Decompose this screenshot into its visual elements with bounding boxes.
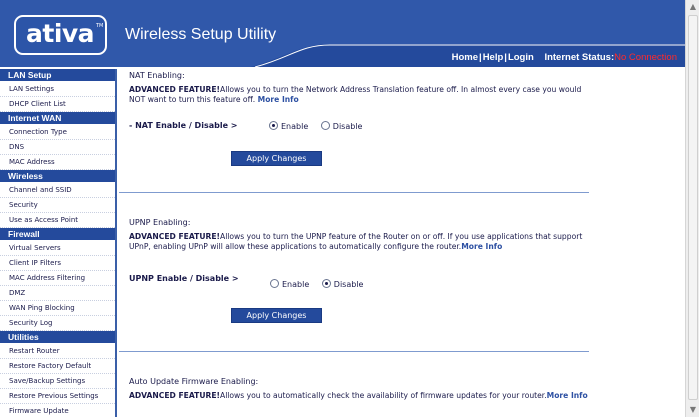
logo-text: ativa: [26, 19, 95, 48]
main-content: NAT Enabling: ADVANCED FEATURE!Allows yo…: [119, 69, 685, 417]
firmware-advanced-label: ADVANCED FEATURE!: [129, 391, 220, 400]
nat-disable-radio[interactable]: [320, 121, 330, 130]
scroll-down-arrow-icon[interactable]: ▼: [686, 403, 699, 417]
upnp-advanced-label: ADVANCED FEATURE!: [129, 232, 220, 241]
sidebar-item-mac-filtering[interactable]: MAC Address Filtering: [0, 271, 115, 286]
firmware-description-text: Allows you to automatically check the av…: [220, 391, 547, 400]
upnp-more-info-link[interactable]: More Info: [461, 242, 502, 251]
section-divider: [119, 351, 589, 352]
nat-section-title: NAT Enabling:: [129, 71, 185, 80]
internet-status-value: No Connection: [614, 52, 677, 63]
sidebar-item-channel-ssid[interactable]: Channel and SSID: [0, 183, 115, 198]
section-divider: [119, 192, 589, 193]
sidebar-item-lan-settings[interactable]: LAN Settings: [0, 82, 115, 97]
sidebar-heading-wireless: Wireless: [0, 170, 115, 182]
sidebar-heading-firewall: Firewall: [0, 228, 115, 240]
upnp-radio-group: Enable Disable: [270, 279, 373, 289]
nav-help-link[interactable]: Help: [483, 52, 504, 63]
sidebar-item-dns[interactable]: DNS: [0, 140, 115, 155]
scroll-thumb[interactable]: [688, 15, 698, 400]
sidebar-item-firmware-update[interactable]: Firmware Update: [0, 404, 115, 417]
nat-enable-label[interactable]: Enable: [281, 122, 308, 131]
sidebar-item-restore-previous[interactable]: Restore Previous Settings: [0, 389, 115, 404]
top-nav: Home|Help|Login Internet Status:No Conne…: [452, 52, 677, 63]
sidebar-nav: LAN Setup LAN Settings DHCP Client List …: [0, 69, 117, 417]
upnp-disable-label[interactable]: Disable: [334, 280, 364, 289]
sidebar-item-security[interactable]: Security: [0, 198, 115, 213]
nav-home-link[interactable]: Home: [452, 52, 478, 63]
nat-more-info-link[interactable]: More Info: [258, 95, 299, 104]
sidebar-item-security-log[interactable]: Security Log: [0, 316, 115, 331]
sidebar-item-wan-ping-blocking[interactable]: WAN Ping Blocking: [0, 301, 115, 316]
firmware-section-title: Auto Update Firmware Enabling:: [129, 377, 259, 386]
sidebar-heading-utilities: Utilities: [0, 331, 115, 343]
sidebar-item-restore-factory[interactable]: Restore Factory Default: [0, 359, 115, 374]
sidebar-item-client-ip-filters[interactable]: Client IP Filters: [0, 256, 115, 271]
upnp-section-title: UPNP Enabling:: [129, 218, 191, 227]
ativa-logo: ativa TM: [14, 15, 107, 55]
firmware-description: ADVANCED FEATURE!Allows you to automatic…: [129, 391, 599, 401]
sidebar-item-access-point[interactable]: Use as Access Point: [0, 213, 115, 228]
app-title: Wireless Setup Utility: [125, 26, 277, 43]
nat-radio-group: Enable Disable: [269, 121, 372, 131]
sidebar-heading-lan-setup: LAN Setup: [0, 69, 115, 81]
header-banner: ativa TM Wireless Setup Utility Home|Hel…: [0, 0, 685, 67]
sidebar-item-connection-type[interactable]: Connection Type: [0, 125, 115, 140]
nat-description: ADVANCED FEATURE!Allows you to turn the …: [129, 85, 599, 104]
sidebar-item-mac-address[interactable]: MAC Address: [0, 155, 115, 170]
firmware-more-info-link[interactable]: More Info: [547, 391, 588, 400]
internet-status-label: Internet Status:: [544, 52, 615, 63]
logo-trademark: TM: [96, 23, 104, 29]
upnp-disable-radio[interactable]: [321, 279, 331, 288]
upnp-option-label: UPNP Enable / Disable >: [129, 274, 239, 283]
sidebar-item-dhcp-client-list[interactable]: DHCP Client List: [0, 97, 115, 112]
nat-option-label: - NAT Enable / Disable >: [129, 121, 238, 130]
upnp-apply-button[interactable]: Apply Changes: [231, 308, 322, 323]
nat-disable-label[interactable]: Disable: [333, 122, 363, 131]
upnp-enable-radio[interactable]: [270, 279, 279, 288]
sidebar-item-save-backup[interactable]: Save/Backup Settings: [0, 374, 115, 389]
nat-enable-radio[interactable]: [269, 121, 278, 130]
nat-apply-button[interactable]: Apply Changes: [231, 151, 322, 166]
nav-login-link[interactable]: Login: [508, 52, 534, 63]
upnp-description: ADVANCED FEATURE!Allows you to turn the …: [129, 232, 599, 251]
vertical-scrollbar[interactable]: ▲ ▼: [685, 0, 699, 417]
scroll-up-arrow-icon[interactable]: ▲: [686, 0, 699, 14]
nav-separator: |: [479, 52, 482, 63]
sidebar-heading-internet-wan: Internet WAN: [0, 112, 115, 124]
nav-separator: |: [504, 52, 507, 63]
sidebar-item-restart-router[interactable]: Restart Router: [0, 344, 115, 359]
upnp-enable-label[interactable]: Enable: [282, 280, 309, 289]
sidebar-item-dmz[interactable]: DMZ: [0, 286, 115, 301]
nat-advanced-label: ADVANCED FEATURE!: [129, 85, 220, 94]
sidebar-item-virtual-servers[interactable]: Virtual Servers: [0, 241, 115, 256]
